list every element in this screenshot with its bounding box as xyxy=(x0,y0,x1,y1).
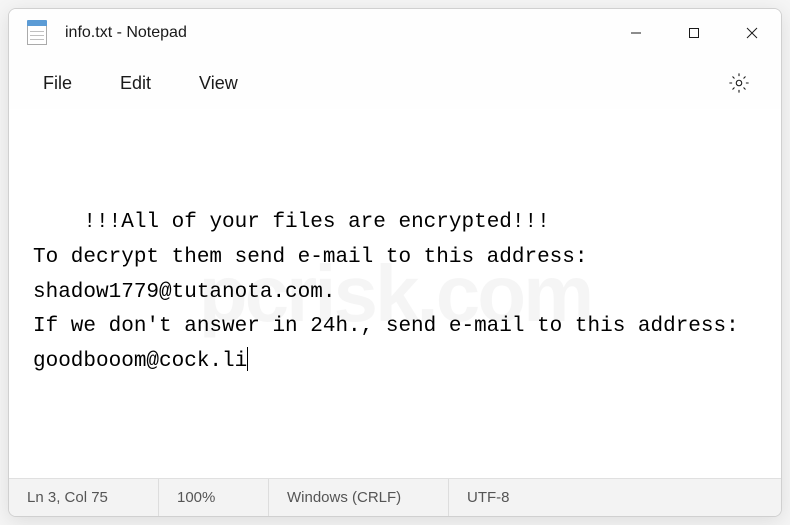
status-cursor-position: Ln 3, Col 75 xyxy=(9,479,159,516)
statusbar: Ln 3, Col 75 100% Windows (CRLF) UTF-8 xyxy=(9,478,781,516)
menu-view[interactable]: View xyxy=(175,65,262,102)
status-zoom[interactable]: 100% xyxy=(159,479,269,516)
text-cursor xyxy=(247,347,248,371)
document-text: !!!All of your files are encrypted!!! To… xyxy=(33,211,751,373)
status-line-ending: Windows (CRLF) xyxy=(269,479,449,516)
text-editor[interactable]: pcrisk.com !!!All of your files are encr… xyxy=(9,109,781,478)
notepad-window: info.txt - Notepad File Edit View pcrisk xyxy=(8,8,782,517)
window-title: info.txt - Notepad xyxy=(65,24,607,42)
gear-icon xyxy=(728,72,750,94)
status-encoding: UTF-8 xyxy=(449,479,781,516)
window-controls xyxy=(607,9,781,57)
maximize-button[interactable] xyxy=(665,9,723,57)
minimize-icon xyxy=(629,26,643,40)
close-button[interactable] xyxy=(723,9,781,57)
maximize-icon xyxy=(687,26,701,40)
menu-edit[interactable]: Edit xyxy=(96,65,175,102)
minimize-button[interactable] xyxy=(607,9,665,57)
settings-button[interactable] xyxy=(717,61,761,105)
close-icon xyxy=(745,26,759,40)
titlebar[interactable]: info.txt - Notepad xyxy=(9,9,781,57)
notepad-icon xyxy=(27,21,47,45)
menu-file[interactable]: File xyxy=(19,65,96,102)
menubar: File Edit View xyxy=(9,57,781,109)
